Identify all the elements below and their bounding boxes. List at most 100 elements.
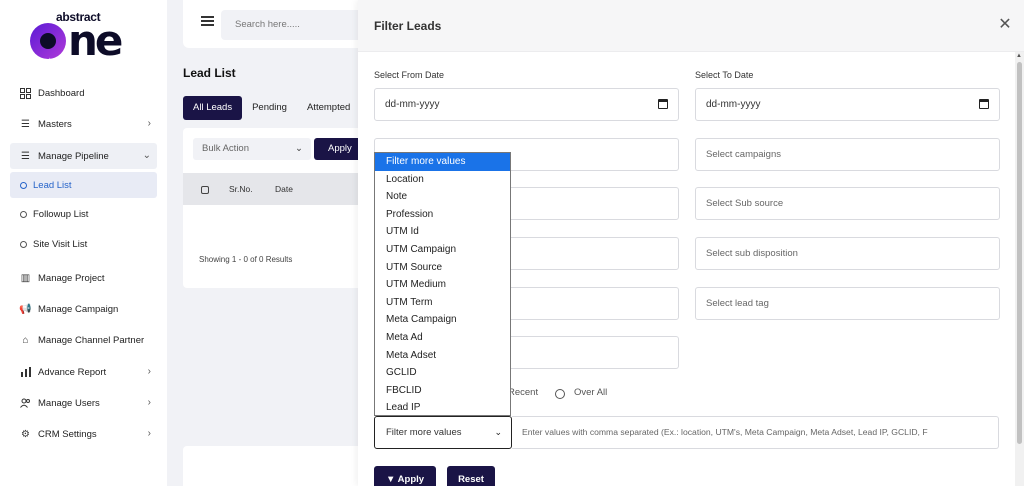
chevron-down-icon: ⌄	[142, 150, 151, 161]
dropdown-option[interactable]: Profession	[375, 206, 510, 224]
logo-o-mark: ✦	[30, 22, 66, 67]
lead-table-card: Bulk Action ⌄ Apply Sr.No. Date Showing …	[183, 128, 363, 288]
scrollbar-thumb[interactable]	[1017, 62, 1022, 444]
close-icon[interactable]: ✕	[998, 17, 1012, 33]
filter-select-value: Filter more values	[386, 427, 462, 438]
dropdown-option[interactable]: Meta Ad	[375, 329, 510, 347]
filter-icon: ▼	[385, 474, 398, 485]
sidebar: abstract ✦ ne Dashboard ☰ Masters › ☰ Man…	[0, 0, 167, 486]
sidebar-item-label: Manage Channel Partner	[38, 334, 145, 346]
sidebar-subitem-site-visit-list[interactable]: Site Visit List	[10, 231, 157, 257]
dropdown-option[interactable]: UTM Medium	[375, 276, 510, 294]
sidebar-item-label: Manage Project	[38, 272, 105, 284]
to-date-value: dd-mm-yyyy	[706, 99, 761, 110]
apply-button[interactable]: ▼ Apply	[374, 466, 436, 486]
to-date-label: Select To Date	[695, 70, 754, 80]
dropdown-option[interactable]: GCLID	[375, 364, 510, 382]
chevron-right-icon: ›	[147, 118, 151, 129]
sidebar-item-manage-channel-partner[interactable]: ⌂ Manage Channel Partner	[10, 327, 157, 353]
sub-disposition-select[interactable]: Select sub disposition	[695, 237, 1000, 270]
dropdown-option[interactable]: UTM Id	[375, 223, 510, 241]
sidebar-subitem-lead-list[interactable]: Lead List	[10, 172, 157, 198]
hamburger-menu-icon[interactable]	[201, 16, 214, 26]
column-header-date[interactable]: Date	[275, 184, 293, 194]
sub-source-select[interactable]: Select Sub source	[695, 187, 1000, 220]
sidebar-item-masters[interactable]: ☰ Masters ›	[10, 111, 157, 137]
pagination-info: Showing 1 - 0 of 0 Results	[199, 255, 293, 264]
circle-icon	[20, 210, 27, 218]
radio-over-all[interactable]	[555, 389, 565, 399]
bar-chart-icon	[20, 367, 31, 378]
sidebar-item-label: Advance Report	[38, 366, 107, 378]
secondary-card	[183, 446, 363, 486]
dropdown-option[interactable]: Filter more values	[375, 153, 510, 171]
campaigns-select[interactable]: Select campaigns	[695, 138, 1000, 171]
sidebar-item-manage-campaign[interactable]: 📢 Manage Campaign	[10, 296, 157, 322]
tab-attempted[interactable]: Attempted	[297, 96, 360, 120]
dropdown-option[interactable]: Meta Campaign	[375, 311, 510, 329]
users-icon	[20, 398, 31, 409]
building-icon: ▥	[20, 272, 31, 284]
sidebar-item-label: Masters	[38, 118, 72, 130]
dropdown-option[interactable]: UTM Term	[375, 294, 510, 312]
dropdown-option[interactable]: Note	[375, 188, 510, 206]
from-date-input[interactable]: dd-mm-yyyy	[374, 88, 679, 121]
sidebar-item-advance-report[interactable]: Advance Report ›	[10, 359, 157, 385]
bulk-apply-button[interactable]: Apply	[314, 138, 363, 160]
calendar-icon[interactable]	[979, 99, 989, 109]
tab-all-leads[interactable]: All Leads	[183, 96, 243, 120]
handshake-icon: ⌂	[22, 334, 29, 346]
gear-icon: ⚙	[21, 428, 30, 440]
chevron-right-icon: ›	[147, 397, 151, 408]
scroll-up-arrow-icon[interactable]: ▲	[1016, 53, 1022, 59]
sidebar-item-manage-project[interactable]: ▥ Manage Project	[10, 265, 157, 291]
chevron-right-icon: ›	[147, 428, 151, 439]
sidebar-subitem-label: Followup List	[33, 208, 89, 220]
sidebar-item-label: Dashboard	[38, 87, 85, 99]
sidebar-item-manage-pipeline[interactable]: ☰ Manage Pipeline ⌄	[10, 143, 157, 169]
panel-header: Filter Leads ✕	[358, 0, 1024, 52]
radio-recent-label[interactable]: Recent	[508, 387, 538, 398]
search-input[interactable]: Search here.....	[221, 10, 371, 40]
chevron-down-icon: ⌄	[295, 143, 303, 154]
dashboard-icon	[20, 87, 31, 99]
circle-icon	[20, 181, 27, 189]
megaphone-icon: 📢	[19, 303, 32, 315]
sidebar-item-dashboard[interactable]: Dashboard	[10, 80, 157, 106]
dropdown-option[interactable]: UTM Campaign	[375, 241, 510, 259]
page-title: Lead List	[183, 66, 236, 80]
dropdown-option[interactable]: Location	[375, 171, 510, 189]
dropdown-option[interactable]: FBCLID	[375, 382, 510, 400]
lead-tag-select[interactable]: Select lead tag	[695, 287, 1000, 320]
panel-scrollbar[interactable]: ▲	[1015, 52, 1024, 486]
sidebar-subitem-label: Lead List	[33, 179, 72, 191]
list-icon: ☰	[21, 118, 30, 130]
circle-icon	[20, 240, 27, 248]
logo-big-text: ✦ ne	[30, 16, 123, 67]
table-header: Sr.No. Date	[183, 173, 363, 205]
bulk-action-select[interactable]: Bulk Action ⌄	[193, 138, 311, 160]
dropdown-option[interactable]: Meta Adset	[375, 347, 510, 365]
column-header-sr-no[interactable]: Sr.No.	[229, 184, 253, 194]
filter-more-values-select[interactable]: Filter more values ⌄	[374, 416, 512, 449]
sidebar-item-label: Manage Campaign	[38, 303, 119, 315]
dropdown-option[interactable]: UTM Source	[375, 259, 510, 277]
radio-over-all-label[interactable]: Over All	[574, 387, 607, 398]
dropdown-option[interactable]: Lead IP	[375, 399, 510, 417]
select-all-checkbox[interactable]	[201, 186, 209, 194]
logo-big-rest: ne	[68, 16, 123, 65]
sidebar-item-crm-settings[interactable]: ⚙ CRM Settings ›	[10, 421, 157, 447]
list-icon: ☰	[21, 150, 30, 162]
sidebar-subitem-label: Site Visit List	[33, 238, 88, 250]
sidebar-item-manage-users[interactable]: Manage Users ›	[10, 390, 157, 416]
to-date-input[interactable]: dd-mm-yyyy	[695, 88, 1000, 121]
from-date-label: Select From Date	[374, 70, 445, 80]
tab-pending[interactable]: Pending	[242, 96, 297, 120]
top-bar: Search here.....	[183, 0, 383, 48]
sidebar-item-label: Manage Users	[38, 397, 100, 409]
reset-button[interactable]: Reset	[447, 466, 495, 486]
sidebar-subitem-followup-list[interactable]: Followup List	[10, 201, 157, 227]
calendar-icon[interactable]	[658, 99, 668, 109]
filter-values-input[interactable]: Enter values with comma separated (Ex.: …	[512, 416, 999, 449]
brand-logo[interactable]: abstract ✦ ne	[30, 8, 140, 67]
